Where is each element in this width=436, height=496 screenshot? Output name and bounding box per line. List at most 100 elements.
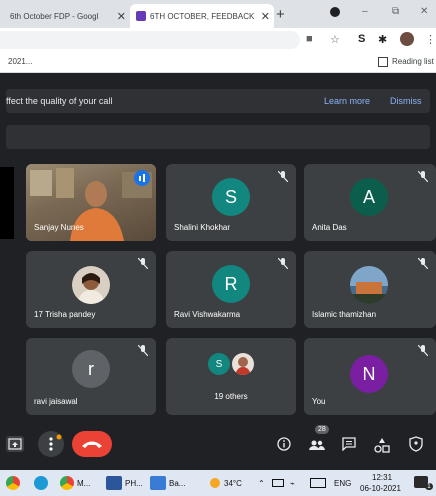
avatar xyxy=(350,266,388,304)
word-icon xyxy=(106,476,122,490)
shield-icon xyxy=(409,436,423,452)
participant-name: Sanjay Nunes xyxy=(34,223,84,232)
tab-title: 6TH OCTOBER, FEEDBACK xyxy=(150,11,255,21)
self-view-edge xyxy=(0,167,14,239)
participant-tile[interactable]: 17 Trisha pandey xyxy=(26,251,156,328)
battery-icon[interactable] xyxy=(272,474,284,492)
battery-shape xyxy=(272,479,284,487)
taskbar-photos-window[interactable]: Ba... xyxy=(150,474,185,492)
meeting-info-button[interactable] xyxy=(277,437,291,451)
edge-app-icon[interactable] xyxy=(34,474,51,492)
keyboard-icon[interactable] xyxy=(310,474,326,492)
others-count-label: 19 others xyxy=(214,392,248,401)
activities-icon xyxy=(374,438,390,453)
participant-tile[interactable]: Sanjay Nunes xyxy=(26,164,156,241)
tab-fdp[interactable]: 6th October FDP - Googl ✕ xyxy=(6,4,130,28)
dismiss-button[interactable]: Dismiss xyxy=(390,96,422,106)
participant-tile[interactable]: R Ravi Vishwakarma xyxy=(166,251,296,328)
avatar-initial: S xyxy=(224,186,237,207)
participant-tile[interactable]: A Anita Das xyxy=(304,164,436,241)
taskbar-label: Ba... xyxy=(169,478,186,488)
tab-close-icon[interactable]: ✕ xyxy=(117,10,126,23)
avatar: r xyxy=(72,350,110,388)
maximize-button[interactable]: ⧉ xyxy=(392,6,399,17)
tab-feedback[interactable]: 6TH OCTOBER, FEEDBACK ✕ xyxy=(130,4,274,28)
extension-s-icon[interactable]: S xyxy=(358,33,365,45)
taskbar-chrome-window[interactable]: M... xyxy=(60,474,90,492)
participant-tile[interactable]: r ravi jaisawal xyxy=(26,338,156,415)
participant-name: You xyxy=(312,397,326,406)
others-tile[interactable]: S 19 others xyxy=(166,338,296,415)
tray-chevron-icon[interactable]: ⌃ xyxy=(258,474,265,492)
camera-icon[interactable]: ■ xyxy=(306,33,313,45)
weather-widget[interactable]: 34°C xyxy=(210,474,242,492)
new-tab-button[interactable]: + xyxy=(276,6,285,23)
mic-off-icon xyxy=(138,258,148,269)
taskbar-label: PH... xyxy=(125,478,143,488)
browser-menu-icon[interactable]: ⋮ xyxy=(425,33,436,46)
forms-favicon-icon xyxy=(136,11,146,21)
info-icon xyxy=(277,437,291,451)
avatar: N xyxy=(350,355,388,393)
chrome-app-icon[interactable] xyxy=(6,474,23,492)
clock-time[interactable]: 12:31 xyxy=(372,473,392,482)
people-count-badge: 28 xyxy=(315,425,329,434)
bookmarks-bar: 2021... Reading list xyxy=(0,52,436,73)
address-toolbar: ■ ☆ S ✱ ⋮ xyxy=(0,28,436,52)
browser-tab-bar: 6th October FDP - Googl ✕ 6TH OCTOBER, F… xyxy=(0,0,436,28)
meet-call-area: ffect the quality of your call Learn mor… xyxy=(0,73,436,470)
tab-close-icon[interactable]: ✕ xyxy=(261,10,270,23)
more-options-button[interactable] xyxy=(38,431,64,457)
mic-off-icon xyxy=(278,171,288,182)
avatar-initial: S xyxy=(215,358,223,370)
chat-icon xyxy=(342,437,356,452)
participant-name: Anita Das xyxy=(312,223,347,232)
chat-button[interactable] xyxy=(342,437,356,452)
participant-name: Islamic thamizhan xyxy=(312,310,377,319)
people-button[interactable]: 28 xyxy=(306,425,329,451)
network-icon[interactable]: ⌁ xyxy=(290,474,295,492)
participant-name: Shalini Khokhar xyxy=(174,223,231,232)
edge-icon xyxy=(34,476,48,490)
windows-taskbar: M... PH... Ba... 34°C ⌃ ⌁ ENG 12:31 06-1… xyxy=(0,470,436,496)
weather-icon xyxy=(210,478,220,488)
keyboard-shape xyxy=(310,478,326,488)
taskbar-label: M... xyxy=(77,478,91,488)
host-controls-button[interactable] xyxy=(409,436,423,452)
participant-tile[interactable]: S Shalini Khokhar xyxy=(166,164,296,241)
reading-list-icon[interactable] xyxy=(378,57,388,67)
chrome-icon xyxy=(6,476,20,490)
mic-off-icon xyxy=(418,258,428,269)
avatar-initial: R xyxy=(224,273,238,294)
clock-date[interactable]: 06-10-2021 xyxy=(360,484,401,493)
learn-more-link[interactable]: Learn more xyxy=(324,96,370,106)
photos-icon xyxy=(150,476,166,490)
mic-off-icon xyxy=(138,345,148,356)
address-input[interactable] xyxy=(0,31,300,49)
extensions-puzzle-icon[interactable]: ✱ xyxy=(378,33,387,46)
profile-photo xyxy=(235,357,251,375)
avatar: S xyxy=(212,178,250,216)
avatar: A xyxy=(350,178,388,216)
profile-avatar[interactable] xyxy=(400,32,414,46)
bookmark-star-icon[interactable]: ☆ xyxy=(330,33,340,46)
connection-banner: ffect the quality of your call Learn mor… xyxy=(6,89,430,113)
search-tabs-icon[interactable] xyxy=(330,7,340,17)
close-window-button[interactable]: ✕ xyxy=(420,6,428,17)
notification-count-badge: 1 xyxy=(425,483,433,490)
bookmark-item[interactable]: 2021... xyxy=(8,57,32,66)
end-call-button[interactable] xyxy=(72,431,112,457)
more-vert-icon xyxy=(49,434,62,451)
avatar-initial: A xyxy=(362,186,375,207)
language-indicator[interactable]: ENG xyxy=(334,474,351,492)
participant-name: Ravi Vishwakarma xyxy=(174,310,241,319)
present-button[interactable] xyxy=(6,436,24,452)
participant-tile[interactable]: Islamic thamizhan xyxy=(304,251,436,328)
participant-tile[interactable]: N You xyxy=(304,338,436,415)
taskbar-word-window[interactable]: PH... xyxy=(106,474,143,492)
end-call-icon xyxy=(82,441,102,448)
activities-button[interactable] xyxy=(374,437,390,453)
weather-temp: 34°C xyxy=(224,478,242,488)
minimize-button[interactable]: – xyxy=(362,6,368,17)
reading-list-button[interactable]: Reading list xyxy=(392,57,434,66)
